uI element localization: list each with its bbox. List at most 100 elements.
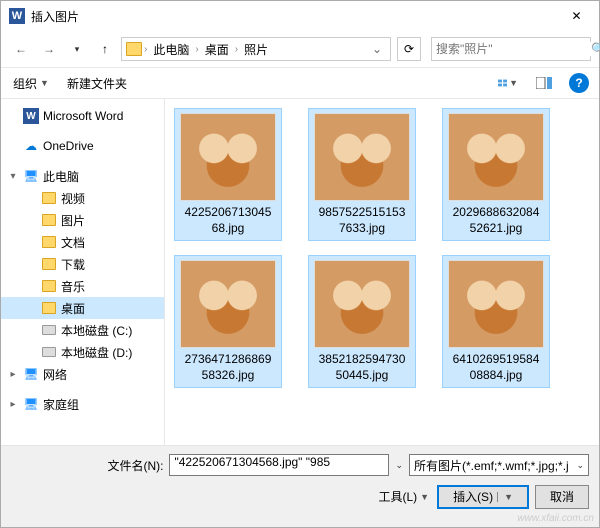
- tree-label: Microsoft Word: [43, 109, 123, 123]
- sidebar-item-5[interactable]: 文档: [1, 231, 164, 253]
- crumb-desktop[interactable]: 桌面: [201, 39, 233, 60]
- sidebar-item-12[interactable]: ▸ 🖥家庭组: [1, 393, 164, 415]
- crumb-photos[interactable]: 照片: [240, 39, 272, 60]
- file-name: 422520671304568.jpg: [179, 205, 277, 236]
- chevron-right-icon[interactable]: ›: [235, 44, 238, 55]
- filename-combo[interactable]: [169, 454, 389, 476]
- tree-label: 此电脑: [43, 168, 79, 185]
- search-icon: 🔍: [591, 42, 600, 56]
- thumbnail: [314, 113, 410, 201]
- tree-label: 本地磁盘 (C:): [61, 322, 132, 339]
- chevron-down-icon: ▼: [509, 78, 518, 88]
- file-item-0[interactable]: 422520671304568.jpg: [175, 109, 281, 240]
- sidebar-item-2[interactable]: ▾ 🖥此电脑: [1, 165, 164, 187]
- sidebar-item-7[interactable]: 音乐: [1, 275, 164, 297]
- file-name: 202968863208452621.jpg: [447, 205, 545, 236]
- tree-icon: 🖥: [23, 366, 39, 382]
- sidebar-item-0[interactable]: WMicrosoft Word: [1, 105, 164, 127]
- sidebar-item-11[interactable]: ▸ 🖥网络: [1, 363, 164, 385]
- chevron-down-icon: ▼: [40, 78, 49, 88]
- thumbnail: [448, 113, 544, 201]
- toolbar: 组织 ▼ 新建文件夹 ▼ ?: [1, 67, 599, 99]
- insert-button[interactable]: 插入(S) ▼: [437, 485, 529, 509]
- chevron-down-icon: ▼: [420, 492, 429, 502]
- forward-button: →: [37, 37, 61, 61]
- tree-icon: 🖥: [23, 396, 39, 412]
- expand-icon[interactable]: ▸: [7, 399, 19, 410]
- window-title: 插入图片: [31, 8, 554, 25]
- filetype-combo[interactable]: 所有图片(*.emf;*.wmf;*.jpg;*.j ⌄: [409, 454, 589, 476]
- thumbnail: [314, 260, 410, 348]
- breadcrumb[interactable]: › 此电脑 › 桌面 › 照片 ⌄: [121, 37, 391, 61]
- title-bar: W 插入图片 ✕: [1, 1, 599, 31]
- back-button[interactable]: ←: [9, 37, 33, 61]
- expand-icon[interactable]: ▸: [7, 369, 19, 380]
- refresh-button[interactable]: ⟳: [397, 37, 421, 61]
- file-item-4[interactable]: 385218259473050445.jpg: [309, 256, 415, 387]
- tree-label: OneDrive: [43, 139, 94, 153]
- body: WMicrosoft Word☁OneDrive▾🖥此电脑视频图片文档下载音乐桌…: [1, 99, 599, 445]
- sidebar-item-6[interactable]: 下载: [1, 253, 164, 275]
- crumb-pc[interactable]: 此电脑: [149, 39, 193, 60]
- sidebar-item-3[interactable]: 视频: [1, 187, 164, 209]
- tree-icon: [41, 278, 57, 294]
- view-options-button[interactable]: ▼: [497, 72, 519, 94]
- preview-pane-button[interactable]: [533, 72, 555, 94]
- tree-icon: [41, 256, 57, 272]
- split-dropdown-icon[interactable]: ▼: [497, 492, 513, 502]
- thumbnail: [180, 260, 276, 348]
- search-input[interactable]: [436, 42, 591, 56]
- file-item-5[interactable]: 641026951958408884.jpg: [443, 256, 549, 387]
- tree-label: 下载: [61, 256, 85, 273]
- file-name: 385218259473050445.jpg: [313, 352, 411, 383]
- file-grid: 422520671304568.jpg 98575225151537633.jpg…: [175, 109, 589, 387]
- tree-icon: [41, 322, 57, 338]
- sidebar: WMicrosoft Word☁OneDrive▾🖥此电脑视频图片文档下载音乐桌…: [1, 99, 165, 445]
- nav-bar: ← → ▾ ↑ › 此电脑 › 桌面 › 照片 ⌄ ⟳ 🔍: [1, 31, 599, 67]
- tree-icon: [41, 212, 57, 228]
- file-name: 273647128686958326.jpg: [179, 352, 277, 383]
- filename-dropdown[interactable]: ⌄: [395, 460, 403, 471]
- tree-label: 桌面: [61, 300, 85, 317]
- organize-button[interactable]: 组织 ▼: [11, 71, 51, 96]
- tree-icon: [41, 190, 57, 206]
- footer: 文件名(N): ⌄ 所有图片(*.emf;*.wmf;*.jpg;*.j ⌄ 工…: [1, 445, 599, 527]
- folder-icon: [126, 42, 142, 56]
- breadcrumb-dropdown[interactable]: ⌄: [368, 42, 386, 56]
- tree-icon: ☁: [23, 138, 39, 154]
- search-box[interactable]: 🔍: [431, 37, 591, 61]
- tree-label: 家庭组: [43, 396, 79, 413]
- sidebar-item-9[interactable]: 本地磁盘 (C:): [1, 319, 164, 341]
- tree-label: 本地磁盘 (D:): [61, 344, 132, 361]
- cancel-button[interactable]: 取消: [535, 485, 589, 509]
- thumbnail: [180, 113, 276, 201]
- sidebar-item-10[interactable]: 本地磁盘 (D:): [1, 341, 164, 363]
- filename-input[interactable]: [174, 455, 384, 469]
- new-folder-button[interactable]: 新建文件夹: [65, 71, 129, 96]
- tree-icon: [41, 234, 57, 250]
- tree-label: 网络: [43, 366, 67, 383]
- sidebar-item-4[interactable]: 图片: [1, 209, 164, 231]
- sidebar-item-8[interactable]: 桌面: [1, 297, 164, 319]
- recent-locations-button[interactable]: ▾: [65, 37, 89, 61]
- tree-icon: 🖥: [23, 168, 39, 184]
- file-area[interactable]: 422520671304568.jpg 98575225151537633.jpg…: [165, 99, 599, 445]
- help-button[interactable]: ?: [569, 73, 589, 93]
- file-item-1[interactable]: 98575225151537633.jpg: [309, 109, 415, 240]
- file-item-3[interactable]: 273647128686958326.jpg: [175, 256, 281, 387]
- tree-label: 视频: [61, 190, 85, 207]
- tree-icon: [41, 300, 57, 316]
- chevron-right-icon[interactable]: ›: [144, 44, 147, 55]
- sidebar-item-1[interactable]: ☁ OneDrive: [1, 135, 164, 157]
- tree-icon: [41, 344, 57, 360]
- chevron-right-icon[interactable]: ›: [195, 44, 198, 55]
- chevron-down-icon: ⌄: [576, 460, 584, 471]
- close-button[interactable]: ✕: [554, 1, 599, 31]
- file-item-2[interactable]: 202968863208452621.jpg: [443, 109, 549, 240]
- app-icon: W: [9, 8, 25, 24]
- file-name: 98575225151537633.jpg: [313, 205, 411, 236]
- expand-icon[interactable]: ▾: [7, 171, 19, 182]
- tree-label: 图片: [61, 212, 85, 229]
- tools-button[interactable]: 工具(L) ▼: [376, 484, 431, 509]
- up-button[interactable]: ↑: [93, 37, 117, 61]
